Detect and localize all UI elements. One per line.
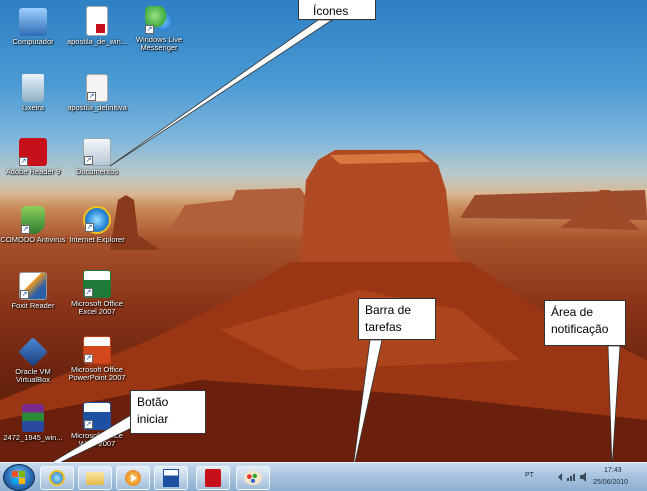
icon-label: apostila_definitiva bbox=[67, 103, 127, 112]
desktop-icon-winrar[interactable]: 2472_1945_win... bbox=[0, 404, 66, 442]
icon-label: apostila_de_win... bbox=[66, 37, 128, 46]
network-icon bbox=[567, 478, 569, 481]
shortcut-arrow-icon: ↗ bbox=[84, 354, 93, 363]
language-indicator[interactable]: PT bbox=[525, 472, 534, 479]
taskbar-adobe-reader[interactable] bbox=[196, 466, 230, 490]
icon-label: COMODO Antivirus bbox=[0, 235, 66, 244]
icon-label: Foxit Reader bbox=[11, 301, 55, 310]
desktop-icon-computador[interactable]: Computador bbox=[0, 8, 66, 46]
desktop-icon-apostila-definitiva[interactable]: ↗ apostila_definitiva bbox=[64, 74, 130, 112]
taskbar-paint[interactable] bbox=[236, 466, 270, 490]
icon-label: Oracle VM VirtualBox bbox=[15, 367, 51, 385]
shortcut-arrow-icon: ↗ bbox=[85, 223, 94, 232]
desktop-icon-messenger[interactable]: ↗ Windows Live Messenger bbox=[126, 6, 192, 53]
callout-botao-iniciar: Botão iniciar bbox=[130, 390, 206, 434]
desktop-icon-apostila-win[interactable]: apostila_de_win... bbox=[64, 6, 130, 46]
documents-folder-icon: ↗ bbox=[83, 138, 111, 166]
icon-label: Microsoft Office Word 2007 bbox=[71, 431, 123, 449]
desktop-icon-internet-explorer[interactable]: ↗ Internet Explorer bbox=[64, 206, 130, 244]
internet-explorer-icon bbox=[49, 470, 65, 486]
taskbar-internet-explorer[interactable] bbox=[40, 466, 74, 490]
icon-label: Microsoft Office PowerPoint 2007 bbox=[68, 365, 126, 383]
icon-label: Documentos bbox=[75, 167, 119, 176]
icon-label: Adobe Reader 9 bbox=[5, 167, 61, 176]
callout-barra-de-tarefas: Barra de tarefas bbox=[358, 298, 436, 340]
windows-logo-icon bbox=[12, 471, 25, 484]
desktop-icon-powerpoint[interactable]: ↗ Microsoft Office PowerPoint 2007 bbox=[64, 336, 130, 383]
pdf-document-icon bbox=[86, 6, 108, 36]
tray-icons[interactable] bbox=[555, 471, 591, 483]
adobe-reader-icon bbox=[205, 469, 221, 487]
flag-icon bbox=[555, 473, 562, 481]
clock-time[interactable]: 17:43 bbox=[604, 467, 622, 474]
desktop: Computador Lixeira ↗ Adobe Reader 9 ↗ CO… bbox=[0, 0, 647, 462]
shortcut-arrow-icon: ↗ bbox=[84, 156, 93, 165]
taskbar-media-player[interactable] bbox=[116, 466, 150, 490]
folder-icon bbox=[86, 472, 104, 485]
desktop-icon-documentos[interactable]: ↗ Documentos bbox=[64, 138, 130, 176]
word-icon: ↗ bbox=[83, 402, 111, 430]
icon-label: Computador bbox=[12, 37, 54, 46]
clock-date[interactable]: 25/06/2010 bbox=[593, 479, 628, 486]
start-button[interactable] bbox=[3, 464, 35, 491]
desktop-icon-adobe-reader[interactable]: ↗ Adobe Reader 9 bbox=[0, 138, 66, 176]
desktop-icon-excel[interactable]: ↗ Microsoft Office Excel 2007 bbox=[64, 270, 130, 317]
callout-icones: Ícones bbox=[298, 0, 376, 20]
excel-icon: ↗ bbox=[83, 270, 111, 298]
volume-icon bbox=[580, 472, 586, 482]
adobe-reader-icon: ↗ bbox=[19, 138, 47, 166]
taskbar-word[interactable] bbox=[154, 466, 188, 490]
computer-icon bbox=[19, 8, 47, 36]
word-icon bbox=[163, 469, 179, 487]
icon-label: Internet Explorer bbox=[69, 235, 125, 244]
comodo-shield-icon: ↗ bbox=[21, 206, 45, 234]
desktop-icon-foxit[interactable]: ↗ Foxit Reader bbox=[0, 272, 66, 310]
icon-label: 2472_1945_win... bbox=[3, 433, 63, 442]
desktop-icon-word[interactable]: ↗ Microsoft Office Word 2007 bbox=[64, 402, 130, 449]
taskbar-windows-explorer[interactable] bbox=[78, 466, 112, 490]
desktop-icon-comodo[interactable]: ↗ COMODO Antivirus bbox=[0, 206, 66, 244]
icon-label: Lixeira bbox=[21, 103, 45, 112]
virtualbox-icon bbox=[18, 337, 48, 367]
callout-area-de-notificacao: Área de notificação bbox=[544, 300, 626, 346]
icon-label: Windows Live Messenger bbox=[135, 35, 183, 53]
shortcut-arrow-icon: ↗ bbox=[87, 92, 96, 101]
shortcut-arrow-icon: ↗ bbox=[145, 25, 154, 34]
paint-palette-icon bbox=[244, 471, 262, 485]
shortcut-arrow-icon: ↗ bbox=[19, 157, 28, 166]
taskbar: PT 17:43 25/06/2010 bbox=[0, 462, 647, 491]
recycle-bin-icon bbox=[22, 74, 44, 102]
icon-label: Microsoft Office Excel 2007 bbox=[71, 299, 123, 317]
document-icon: ↗ bbox=[86, 74, 108, 102]
messenger-icon: ↗ bbox=[145, 6, 173, 34]
shortcut-arrow-icon: ↗ bbox=[20, 290, 29, 299]
foxit-reader-icon: ↗ bbox=[19, 272, 47, 300]
desktop-icon-lixeira[interactable]: Lixeira bbox=[0, 74, 66, 112]
internet-explorer-icon: ↗ bbox=[83, 206, 111, 234]
powerpoint-icon: ↗ bbox=[83, 336, 111, 364]
shortcut-arrow-icon: ↗ bbox=[84, 288, 93, 297]
desktop-icon-virtualbox[interactable]: Oracle VM VirtualBox bbox=[0, 337, 66, 385]
shortcut-arrow-icon: ↗ bbox=[21, 225, 30, 234]
shortcut-arrow-icon: ↗ bbox=[84, 420, 93, 429]
media-player-icon bbox=[125, 470, 141, 486]
winrar-archive-icon bbox=[22, 404, 44, 432]
